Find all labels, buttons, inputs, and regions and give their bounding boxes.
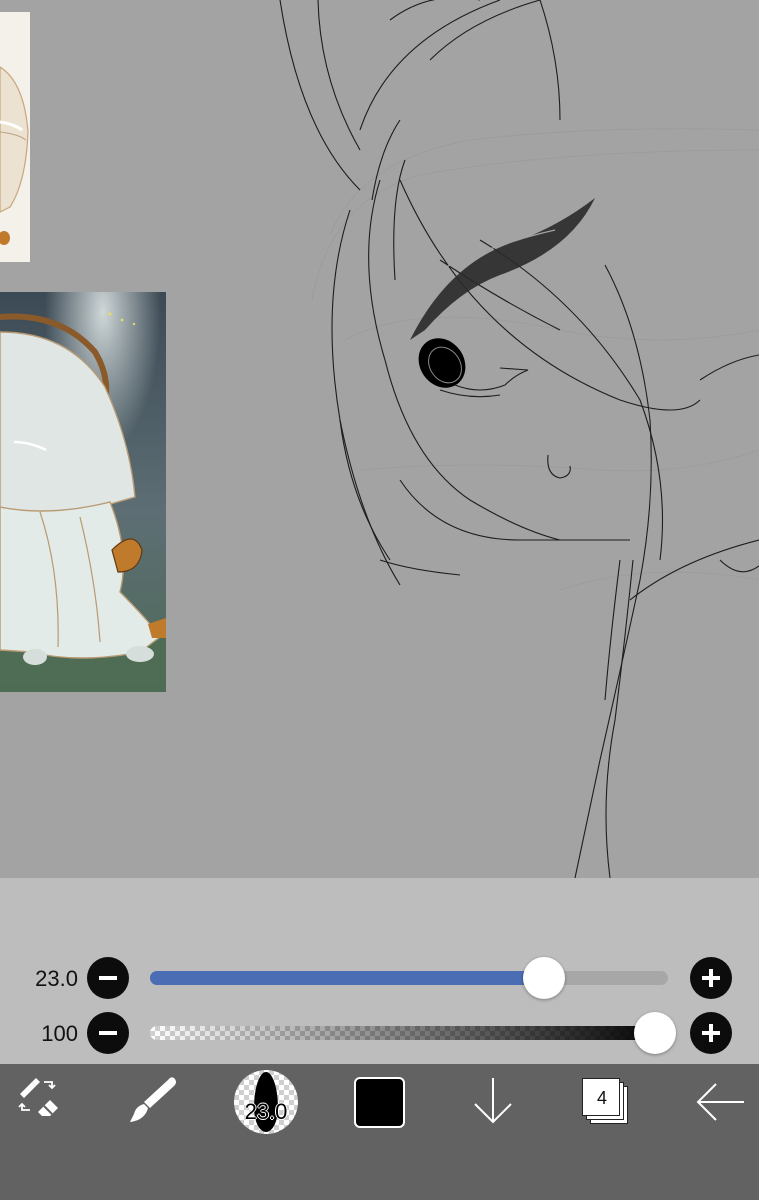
sketch-drawing: [279, 0, 759, 878]
drawing-canvas[interactable]: [0, 0, 759, 878]
minus-icon: [99, 976, 117, 980]
layers-button[interactable]: 4: [580, 1076, 632, 1128]
layer-count: 4: [596, 1088, 607, 1108]
brush-opacity-slider[interactable]: [150, 1012, 676, 1054]
brush-opacity-slider-thumb[interactable]: [634, 1012, 676, 1054]
brush-opacity-decrease-button[interactable]: [87, 1012, 129, 1054]
plus-icon: [702, 969, 720, 987]
brush-size-row: 23.0: [0, 953, 759, 1003]
bottom-toolbar: 23.0 4: [0, 1064, 759, 1200]
plus-icon: [702, 1024, 720, 1042]
download-button[interactable]: [470, 1072, 516, 1148]
brush-settings-panel: 23.0 100: [0, 878, 759, 1064]
drawing-app: 23.0 100 23.0 4: [0, 0, 759, 1200]
color-swatch-button[interactable]: [354, 1077, 405, 1128]
brush-size-value: 23.0: [35, 966, 78, 991]
brush-tool-button[interactable]: [126, 1072, 180, 1148]
back-button[interactable]: [692, 1072, 748, 1148]
brush-size-increase-button[interactable]: [690, 957, 732, 999]
minus-icon: [99, 1031, 117, 1035]
brush-opacity-value: 100: [41, 1021, 78, 1046]
transform-tool-button[interactable]: [14, 1072, 64, 1148]
brush-preview-button[interactable]: 23.0: [234, 1070, 298, 1134]
brush-opacity-increase-button[interactable]: [690, 1012, 732, 1054]
arrow-down-icon: [474, 1078, 512, 1124]
brush-size-slider-fill: [150, 971, 544, 985]
brush-icon: [130, 1077, 176, 1122]
layer-card-front: 4: [582, 1078, 620, 1116]
brush-opacity-row: 100: [0, 1008, 759, 1058]
arrow-left-icon: [696, 1083, 744, 1121]
brush-size-decrease-button[interactable]: [87, 957, 129, 999]
brush-size-slider-thumb[interactable]: [522, 957, 565, 999]
brush-size-label: 23.0: [244, 1099, 288, 1124]
brush-size-slider[interactable]: [150, 957, 668, 999]
transform-eraser-icon: [18, 1078, 58, 1116]
